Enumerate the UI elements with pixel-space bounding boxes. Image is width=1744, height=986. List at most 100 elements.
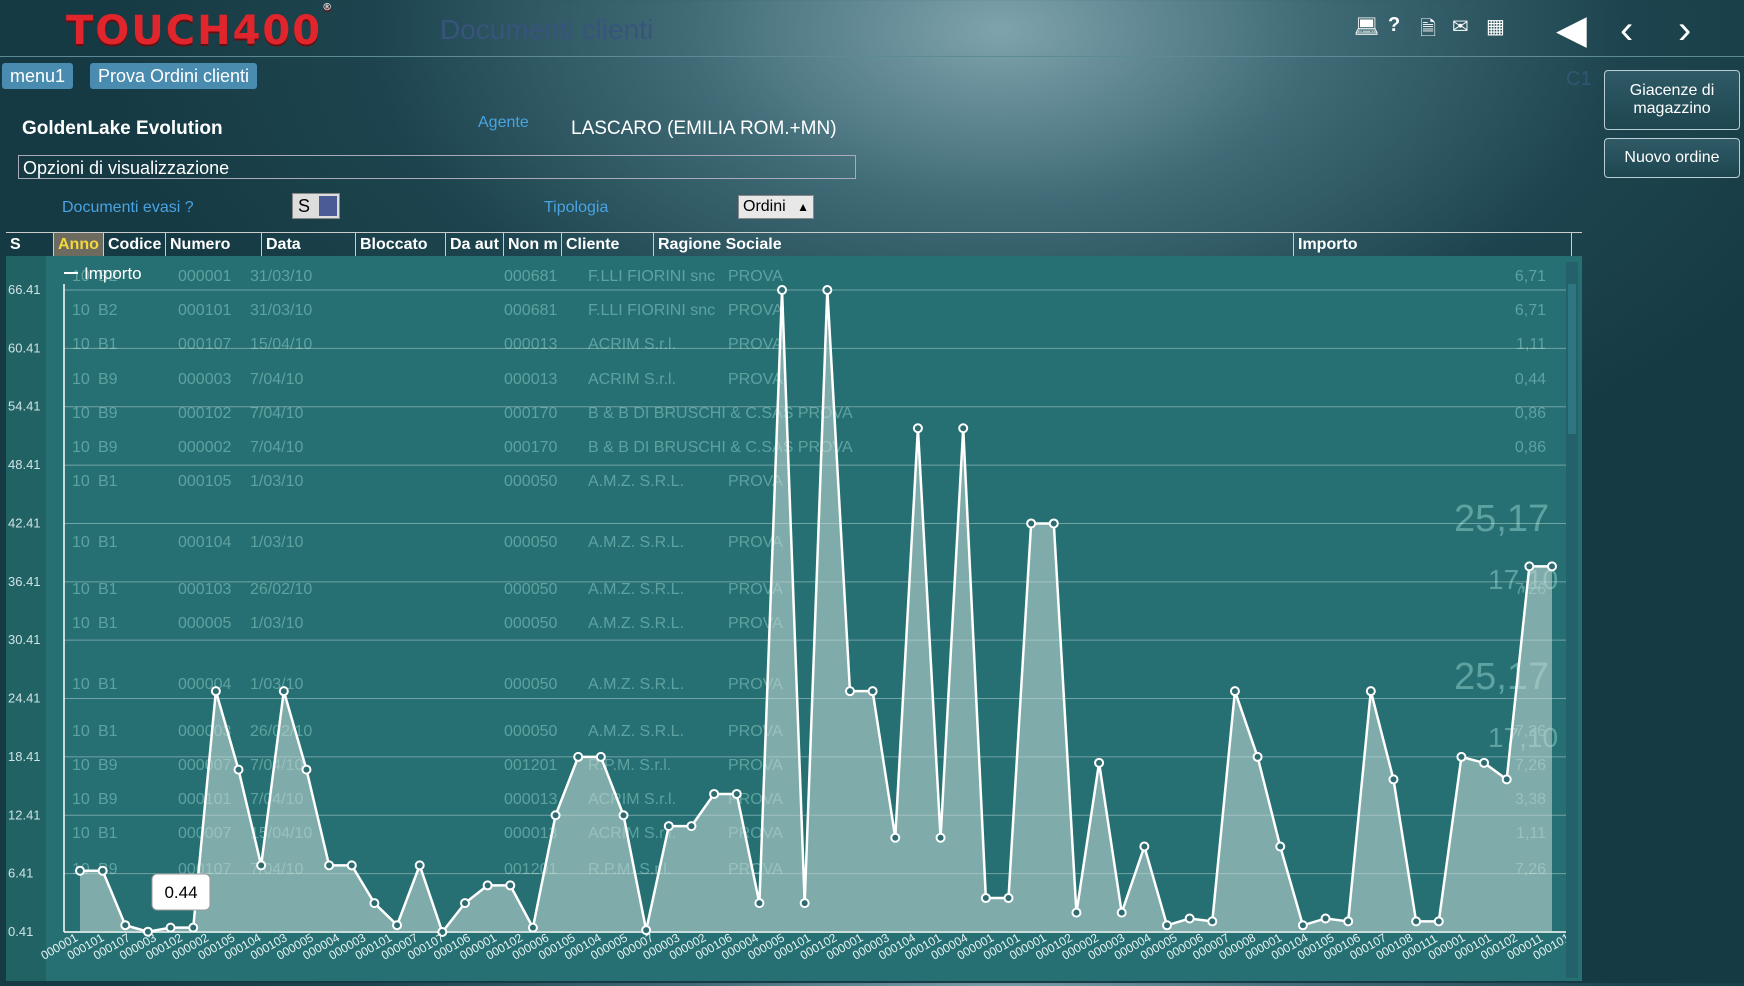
data-point (505, 880, 516, 891)
data-point (165, 922, 176, 933)
col-s[interactable]: S (6, 233, 54, 257)
data-point (731, 788, 742, 799)
screen-code: C1 (1566, 68, 1592, 90)
data-point (663, 821, 674, 832)
first-icon[interactable]: ◀ (1556, 8, 1587, 52)
y-tick-label: 60.41 (8, 340, 41, 355)
tipologia-label: Tipologia (544, 199, 609, 216)
data-point (912, 423, 923, 434)
data-point (1411, 916, 1422, 927)
data-point (1094, 757, 1105, 768)
data-point (1071, 907, 1082, 918)
data-point (958, 423, 969, 434)
data-point (1388, 774, 1399, 785)
opzioni-bar[interactable]: Opzioni di visualizzazione (18, 155, 856, 179)
col-da-aut[interactable]: Da aut (446, 233, 504, 257)
company-name: GoldenLake Evolution (22, 118, 223, 139)
data-point (1003, 893, 1014, 904)
data-point (1547, 561, 1557, 572)
data-point (754, 898, 765, 909)
data-point (867, 686, 878, 697)
y-tick-label: 54.41 (8, 399, 41, 414)
data-point (1252, 751, 1263, 762)
data-point (210, 686, 221, 697)
col-non-m[interactable]: Non m (504, 233, 562, 257)
data-point (1139, 841, 1150, 852)
data-point (822, 285, 833, 295)
data-point (1320, 913, 1331, 924)
data-point (1365, 686, 1376, 697)
y-tick-label: 6.41 (8, 866, 33, 881)
data-point (1275, 841, 1286, 852)
data-point (1524, 561, 1535, 572)
col-importo[interactable]: Importo (1294, 233, 1572, 257)
data-point (709, 788, 720, 799)
y-tick-label: 36.41 (8, 574, 41, 589)
data-point (935, 832, 946, 843)
giacenze-button[interactable]: Giacenze di magazzino (1604, 70, 1740, 130)
data-point (1229, 686, 1240, 697)
agente-value: LASCARO (EMILIA ROM.+MN) (571, 118, 837, 139)
data-point (686, 821, 697, 832)
data-point (1297, 920, 1308, 931)
evasi-label: Documenti evasi ? (62, 199, 194, 216)
tab-prova-ordini[interactable]: Prova Ordini clienti (90, 63, 258, 89)
data-point (482, 880, 493, 891)
table-scrollbar[interactable] (1566, 262, 1578, 978)
data-point (120, 920, 131, 931)
data-point (1479, 757, 1490, 768)
data-point (980, 893, 991, 904)
tab-menu1[interactable]: menu1 (2, 63, 74, 89)
y-tick-label: 30.41 (8, 632, 41, 647)
col-data[interactable]: Data (262, 233, 356, 257)
data-point (1433, 916, 1444, 927)
data-point (890, 832, 901, 843)
data-point (278, 686, 289, 697)
mail-icon[interactable]: ✉︎ (1452, 14, 1469, 39)
data-point (1456, 751, 1467, 762)
monitor-icon[interactable]: 💻︎ (1354, 14, 1379, 39)
grid-icon[interactable]: ▦ (1486, 14, 1505, 39)
y-tick-label: 18.41 (8, 749, 41, 764)
data-point (1162, 920, 1173, 931)
data-point (1116, 907, 1127, 918)
data-point (75, 865, 85, 876)
back-icon[interactable]: ‹ (1620, 8, 1633, 52)
col-anno[interactable]: Anno (54, 233, 104, 257)
data-point (1343, 916, 1354, 927)
data-point (799, 898, 810, 909)
evasi-toggle[interactable]: S (292, 193, 340, 219)
nuovo-ordine-button[interactable]: Nuovo ordine (1604, 138, 1740, 178)
importo-chart[interactable]: 66.41 60.41 54.41 48.41 42.41 36.41 30.41 24.41… (6, 256, 1582, 981)
data-point (346, 860, 357, 871)
data-point (188, 922, 199, 933)
col-codice[interactable]: Codice (104, 233, 166, 257)
y-tick-label: 0.41 (8, 924, 33, 939)
legend-label: Importo (84, 264, 142, 283)
tooltip-value: 0.44 (164, 883, 197, 902)
data-point (369, 898, 380, 909)
data-point (256, 860, 267, 871)
data-point (527, 922, 538, 933)
document-icon[interactable]: 🗎︎ (1420, 14, 1436, 48)
data-point (1501, 774, 1512, 785)
data-point (550, 810, 561, 821)
data-point (459, 898, 470, 909)
data-point (301, 764, 312, 775)
data-point (1048, 518, 1059, 529)
page-title: Documenti clienti (440, 14, 654, 45)
data-point (233, 764, 244, 775)
data-point (777, 285, 788, 295)
help-icon[interactable]: ? (1388, 14, 1400, 37)
col-ragione-sociale[interactable]: Ragione Sociale (654, 233, 1294, 257)
agente-label: Agente (478, 114, 529, 131)
y-tick-label: 42.41 (8, 515, 41, 530)
table-header: S Anno Codice Numero Data Bloccato Da au… (6, 232, 1582, 258)
data-point (324, 860, 335, 871)
col-numero[interactable]: Numero (166, 233, 262, 257)
tipologia-select[interactable]: Ordini ▲ (738, 195, 814, 219)
forward-icon[interactable]: › (1678, 8, 1691, 52)
col-bloccato[interactable]: Bloccato (356, 233, 446, 257)
data-point (392, 920, 403, 931)
col-cliente[interactable]: Cliente (562, 233, 654, 257)
